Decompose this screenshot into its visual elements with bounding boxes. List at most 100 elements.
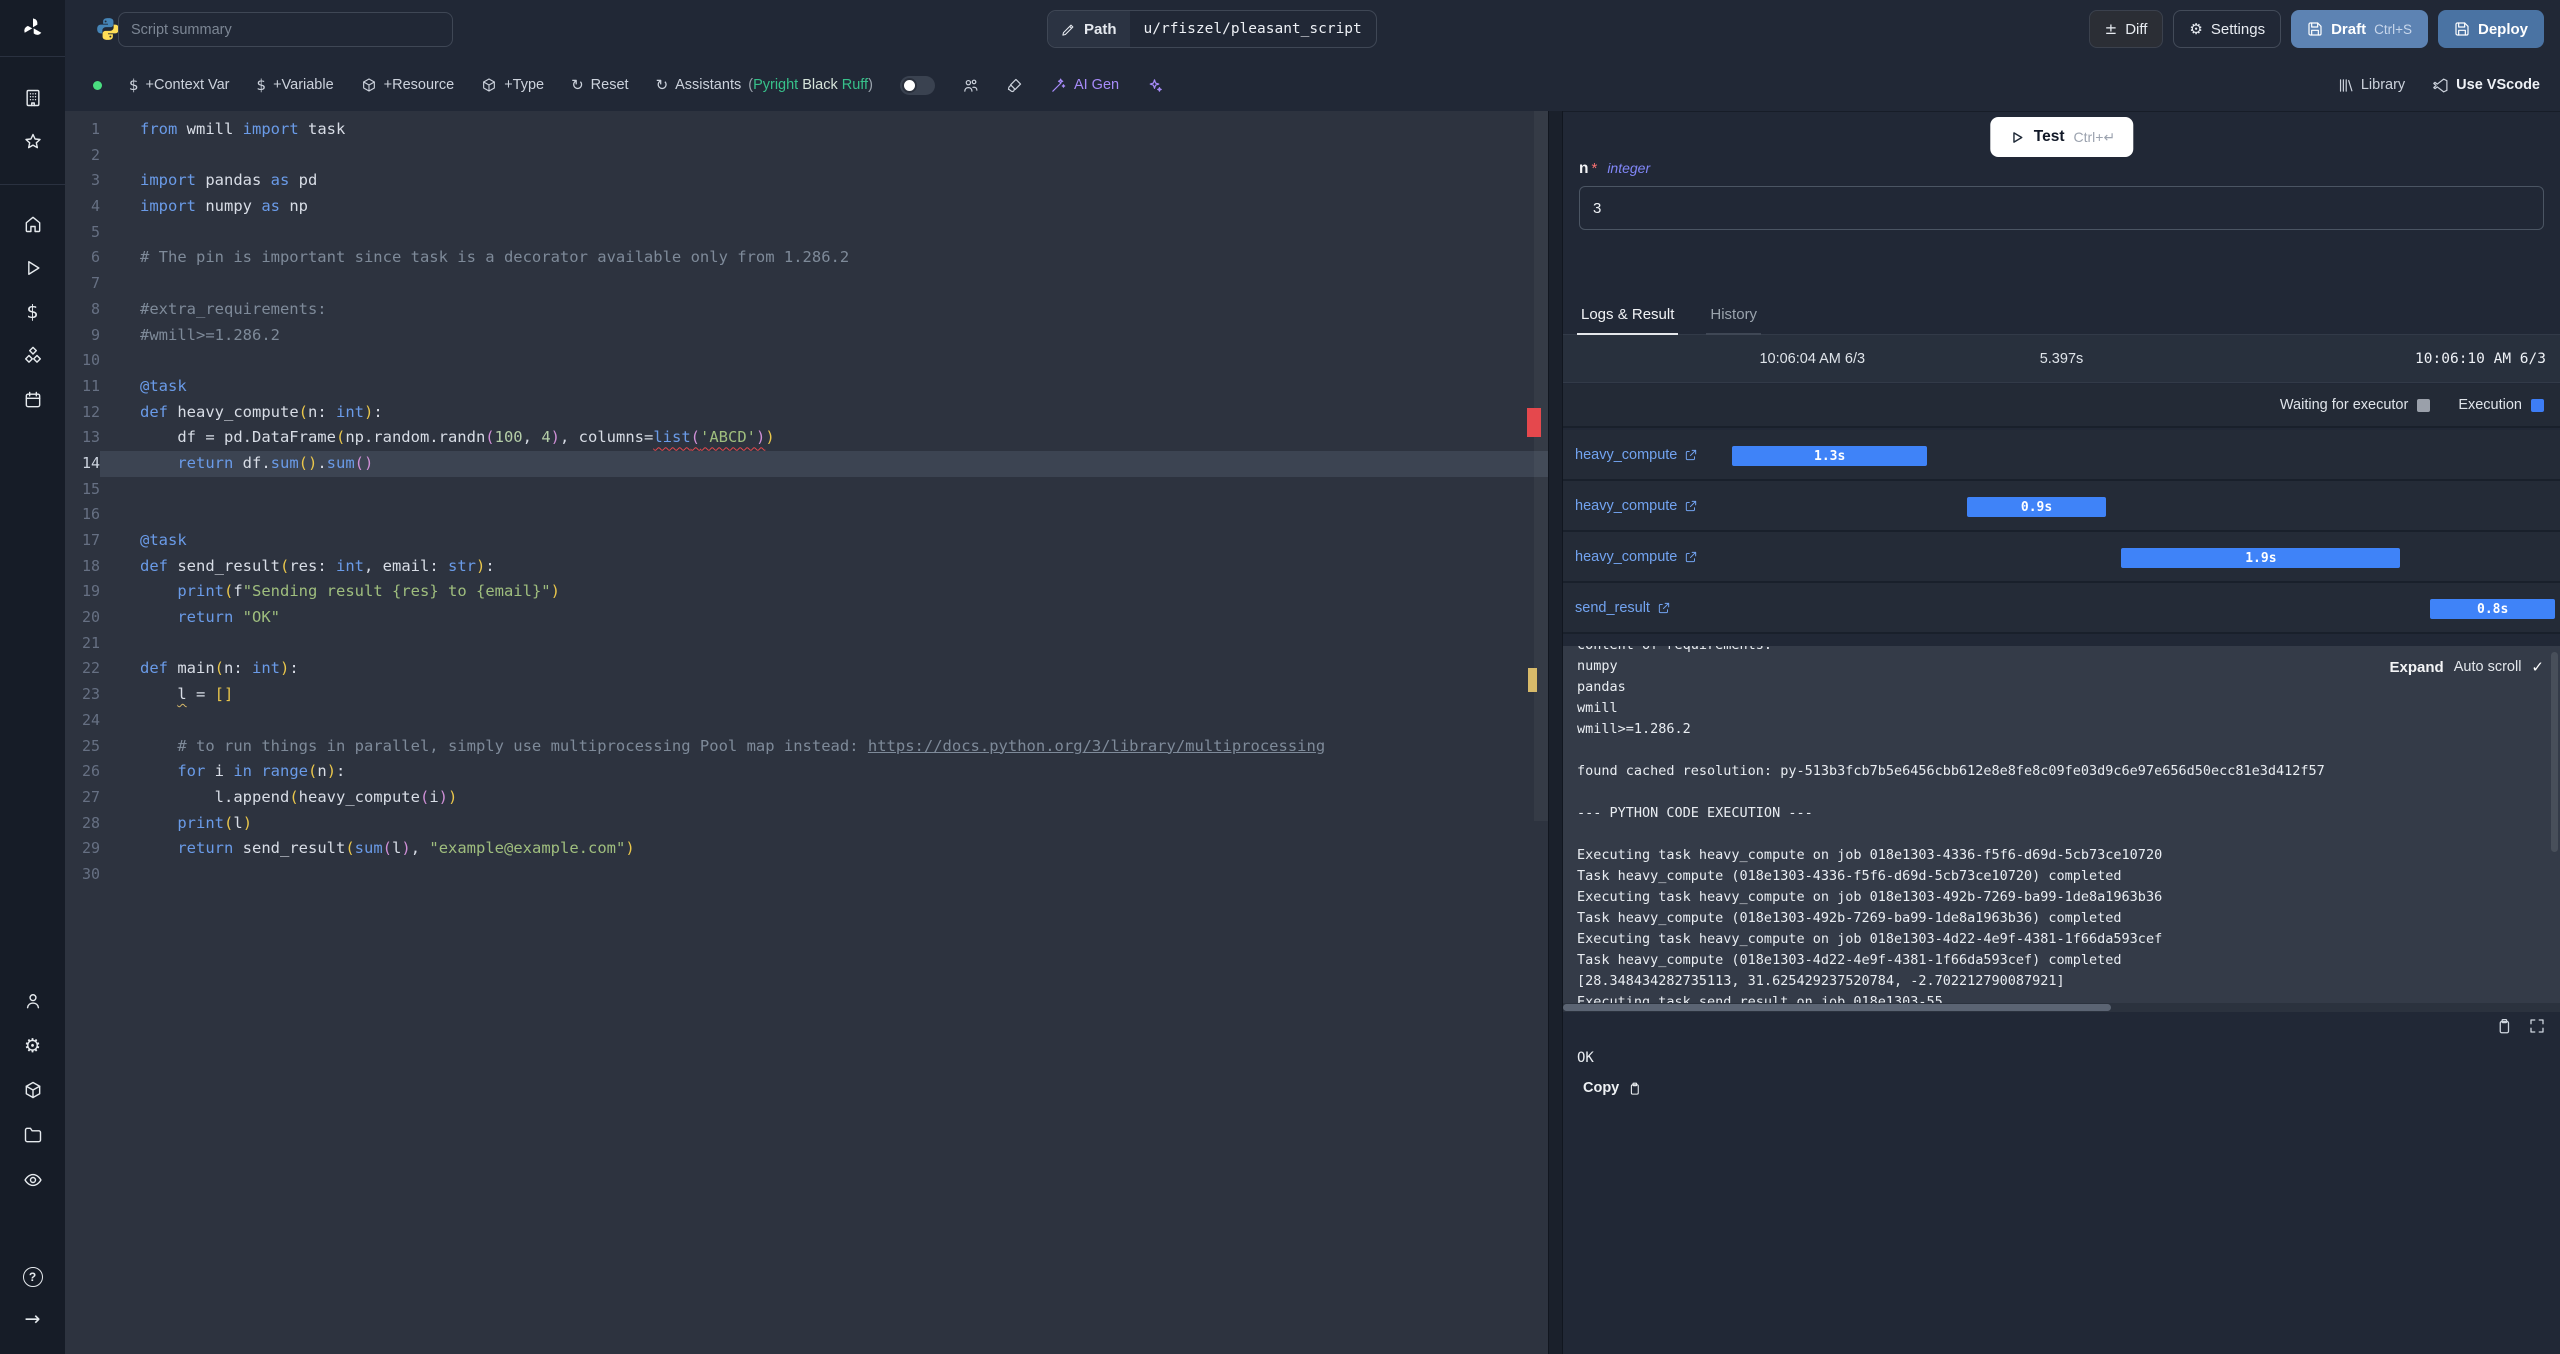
code-line[interactable]: 28 print(l) <box>65 811 1548 837</box>
code-line[interactable]: 12 def heavy_compute(n: int): <box>65 400 1548 426</box>
ai-sparkles-button[interactable] <box>1146 77 1163 94</box>
job-link[interactable]: heavy_compute <box>1575 481 1698 530</box>
sidebar-item-settings[interactable]: ⚙ <box>0 1028 65 1064</box>
warning-marker <box>1528 668 1537 692</box>
sidebar-item-variables[interactable]: $ <box>0 294 65 330</box>
code-line[interactable]: 30 <box>65 862 1548 888</box>
sidebar-item-account[interactable] <box>0 983 65 1019</box>
path-chip[interactable]: Path u/rfiszel/pleasant_script <box>1047 10 1377 48</box>
code-line[interactable]: 27 l.append(heavy_compute(i)) <box>65 785 1548 811</box>
code-editor[interactable]: 1 from wmill import task 2 3 import pandas a… <box>65 111 1548 1354</box>
panel-splitter[interactable] <box>1548 111 1563 1354</box>
code-line[interactable]: 3 import pandas as pd <box>65 168 1548 194</box>
help-icon: ? <box>22 1267 43 1287</box>
script-summary-input[interactable] <box>118 12 453 47</box>
code-line[interactable]: 13 df = pd.DataFrame(np.random.randn(100… <box>65 425 1548 451</box>
code-line[interactable]: 23 l = [] <box>65 682 1548 708</box>
logs-horizontal-scrollbar[interactable] <box>1563 1003 2560 1012</box>
editor-scrollbar[interactable] <box>1534 111 1548 821</box>
job-duration-bar[interactable]: 0.9s <box>1966 497 2107 517</box>
sidebar-item-runs[interactable] <box>0 250 65 286</box>
vim-mode-toggle[interactable] <box>899 75 935 95</box>
result-tabs: Logs & Result History <box>1563 298 2560 335</box>
arg-n-input[interactable] <box>1579 186 2544 230</box>
add-variable-button[interactable]: $ +Variable <box>257 77 334 93</box>
code-line[interactable]: 5 <box>65 220 1548 246</box>
script-path[interactable]: u/rfiszel/pleasant_script <box>1130 11 1376 47</box>
add-resource-button[interactable]: +Resource <box>361 77 454 93</box>
code-line[interactable]: 24 <box>65 708 1548 734</box>
sidebar-item-home[interactable] <box>0 206 65 242</box>
deploy-button[interactable]: Deploy <box>2437 10 2544 48</box>
scrollbar-thumb[interactable] <box>1563 1004 2112 1011</box>
sidebar-item-resources[interactable] <box>0 338 65 374</box>
sidebar-item-folders[interactable] <box>0 1117 65 1153</box>
code-line[interactable]: 11 @task <box>65 374 1548 400</box>
job-link[interactable]: heavy_compute <box>1575 532 1698 581</box>
sidebar-item-schedules[interactable] <box>0 382 65 418</box>
code-line[interactable]: 7 <box>65 271 1548 297</box>
code-line[interactable]: 14 return df.sum().sum() <box>65 450 1548 477</box>
maximize-icon[interactable] <box>2528 1017 2546 1035</box>
assistants-button[interactable]: ↻ Assistants (Pyright Black Ruff) <box>656 77 873 93</box>
code-line[interactable]: 10 <box>65 348 1548 374</box>
code-line[interactable]: 15 <box>65 477 1548 503</box>
code-line[interactable]: 16 <box>65 502 1548 528</box>
job-link[interactable]: send_result <box>1575 583 1671 632</box>
external-link-icon <box>1686 500 1697 511</box>
use-vscode-button[interactable]: Use VScode <box>2432 77 2540 94</box>
code-line[interactable]: 25 # to run things in parallel, simply u… <box>65 734 1548 760</box>
diff-label: Diff <box>2125 20 2148 38</box>
library-icon <box>2339 78 2353 92</box>
multiplayer-button[interactable] <box>962 77 979 94</box>
sidebar-item-help[interactable]: ? <box>0 1259 65 1295</box>
code-line[interactable]: 29 return send_result(sum(l), "example@e… <box>65 836 1548 862</box>
sidebar-item-workers[interactable] <box>0 1072 65 1108</box>
clipboard-icon[interactable] <box>2495 1017 2513 1035</box>
sidebar-expand-button[interactable]: → <box>0 1301 65 1337</box>
settings-label: Settings <box>2210 20 2266 38</box>
tab-history[interactable]: History <box>1706 298 1761 335</box>
sparkles-icon <box>1149 78 1162 92</box>
add-context-var-button[interactable]: $ +Context Var <box>129 77 230 93</box>
logs-viewer[interactable]: content of requirements: numpy pandas wm… <box>1563 646 2560 1012</box>
job-duration-bar[interactable]: 0.8s <box>2430 599 2555 619</box>
autoscroll-toggle[interactable]: Auto scroll <box>2454 659 2522 675</box>
code-line[interactable]: 20 return "OK" <box>65 605 1548 631</box>
format-button[interactable] <box>1006 77 1023 94</box>
code-line[interactable]: 6 # The pin is important since task is a … <box>65 245 1548 271</box>
test-shortcut: Ctrl+↵ <box>2073 128 2116 145</box>
sidebar-item-audit-logs[interactable] <box>0 1162 65 1198</box>
job-link[interactable]: heavy_compute <box>1575 430 1698 479</box>
path-edit-button[interactable]: Path <box>1048 11 1130 47</box>
code-line[interactable]: 21 <box>65 631 1548 657</box>
draft-button[interactable]: Draft Ctrl+S <box>2291 10 2428 48</box>
library-button[interactable]: Library <box>2337 77 2405 94</box>
add-type-button[interactable]: +Type <box>481 77 544 93</box>
reset-button[interactable]: ↻ Reset <box>571 77 628 93</box>
expand-logs-button[interactable]: Expand <box>2390 659 2444 676</box>
toggle-knob <box>901 77 917 93</box>
code-line[interactable]: 9 #wmill>=1.286.2 <box>65 323 1548 349</box>
settings-button[interactable]: ⚙ Settings <box>2173 10 2282 48</box>
test-button[interactable]: Test Ctrl+↵ <box>1989 117 2134 157</box>
tab-logs-result[interactable]: Logs & Result <box>1577 298 1679 335</box>
diff-button[interactable]: ± Diff <box>2088 10 2164 48</box>
code-line[interactable]: 17 @task <box>65 528 1548 554</box>
code-line[interactable]: 1 from wmill import task <box>65 117 1548 143</box>
job-duration-bar[interactable]: 1.9s <box>2121 548 2401 568</box>
windmill-logo[interactable] <box>0 0 65 56</box>
code-line[interactable]: 19 print(f"Sending result {res} to {emai… <box>65 579 1548 605</box>
copy-result-button[interactable]: Copy <box>1583 1080 1642 1096</box>
code-line[interactable]: 8 #extra_requirements: <box>65 297 1548 323</box>
job-duration-bar[interactable]: 1.3s <box>1732 446 1927 466</box>
code-line[interactable]: 22 def main(n: int): <box>65 656 1548 682</box>
sidebar-item-favorites[interactable] <box>0 124 65 160</box>
code-line[interactable]: 18 def send_result(res: int, email: str): <box>65 554 1548 580</box>
ai-gen-button[interactable]: AI Gen <box>1050 77 1119 94</box>
code-line[interactable]: 2 <box>65 143 1548 169</box>
sidebar-item-workspace[interactable] <box>0 80 65 116</box>
logs-vertical-scrollbar[interactable] <box>2551 652 2558 852</box>
code-line[interactable]: 4 import numpy as np <box>65 194 1548 220</box>
code-line[interactable]: 26 for i in range(n): <box>65 759 1548 785</box>
